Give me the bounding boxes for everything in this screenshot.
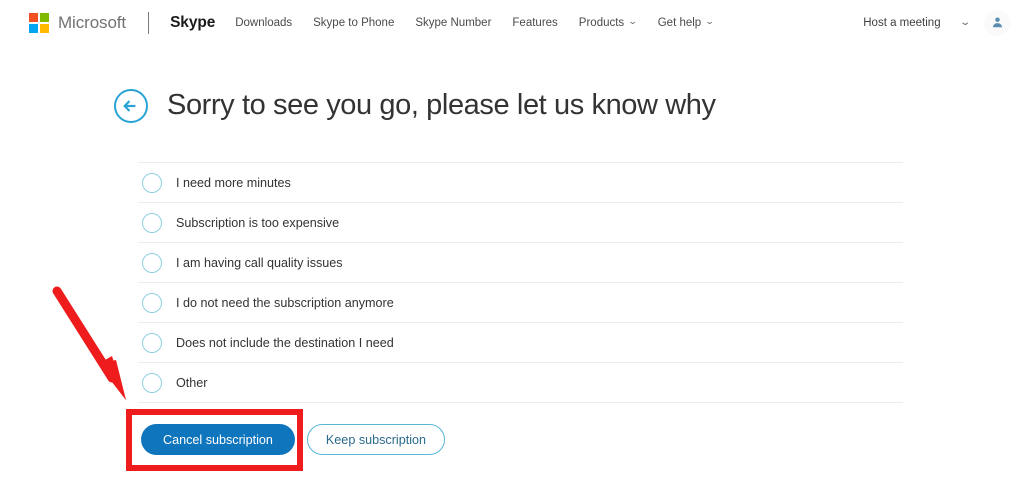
host-a-meeting-link[interactable]: Host a meeting [863,17,940,29]
person-icon [992,17,1002,28]
option-row-missing-destination[interactable]: Does not include the destination I need [138,323,903,363]
radio-button[interactable] [142,172,162,193]
annotation-arrow-icon [52,286,126,400]
option-label: Other [176,375,208,390]
nav-item-get-help[interactable]: Get help ⌄ [657,16,716,29]
radio-button[interactable] [142,252,162,273]
page-title-row: Sorry to see you go, please let us know … [112,70,716,142]
nav-item-features[interactable]: Features [512,17,557,29]
logo-square-red [29,12,38,22]
logo-square-blue [29,23,38,33]
nav-label: Products [578,16,625,29]
header-divider [148,11,150,34]
radio-button[interactable] [142,372,162,393]
back-button[interactable] [112,87,150,125]
microsoft-wordmark: Microsoft [58,12,127,32]
nav-item-products[interactable]: Products ⌄ [578,16,639,29]
radio-button[interactable] [142,212,162,233]
option-row-no-longer-needed[interactable]: I do not need the subscription anymore [138,283,903,323]
nav-label: Get help [657,16,702,29]
option-label: I am having call quality issues [176,255,343,270]
chevron-down-icon: ⌄ [627,16,639,26]
nav-item-skype-to-phone[interactable]: Skype to Phone [313,17,394,29]
option-row-other[interactable]: Other [138,363,903,403]
nav-label: Skype to Phone [313,16,395,29]
cancellation-reason-list: I need more minutes Subscription is too … [138,162,903,403]
nav-item-skype-number[interactable]: Skype Number [415,17,491,29]
option-row-too-expensive[interactable]: Subscription is too expensive [138,203,903,243]
logo-square-yellow [40,23,49,33]
back-arrow-circle-icon [114,88,148,123]
microsoft-brand[interactable]: Microsoft [29,12,127,33]
cancel-subscription-button[interactable]: Cancel subscription [141,424,295,455]
header-right-group: Host a meeting ⌄ [863,0,1010,45]
option-label: I do not need the subscription anymore [176,295,394,310]
microsoft-logo-icon [29,12,49,33]
option-label: Subscription is too expensive [176,215,340,230]
skype-wordmark[interactable]: Skype [170,14,215,32]
radio-button[interactable] [142,332,162,353]
nav-label: Skype Number [415,16,492,29]
nav-item-downloads[interactable]: Downloads [235,17,292,29]
option-row-call-quality[interactable]: I am having call quality issues [138,243,903,283]
chevron-down-icon: ⌄ [704,16,716,26]
logo-square-green [40,12,49,22]
page-title: Sorry to see you go, please let us know … [167,89,716,122]
option-row-need-more-minutes[interactable]: I need more minutes [138,163,903,203]
nav-label: Features [512,16,558,29]
action-buttons: Cancel subscription Keep subscription [141,424,446,455]
radio-button[interactable] [142,292,162,313]
option-label: Does not include the destination I need [176,335,394,350]
main-nav: Downloads Skype to Phone Skype Number Fe… [235,16,735,29]
keep-subscription-button[interactable]: Keep subscription [306,424,446,455]
chevron-down-icon[interactable]: ⌄ [959,17,971,28]
site-header: Microsoft Skype Downloads Skype to Phone… [0,0,1024,45]
avatar[interactable] [984,9,1010,36]
nav-label: Downloads [235,16,293,29]
option-label: I need more minutes [176,175,291,190]
